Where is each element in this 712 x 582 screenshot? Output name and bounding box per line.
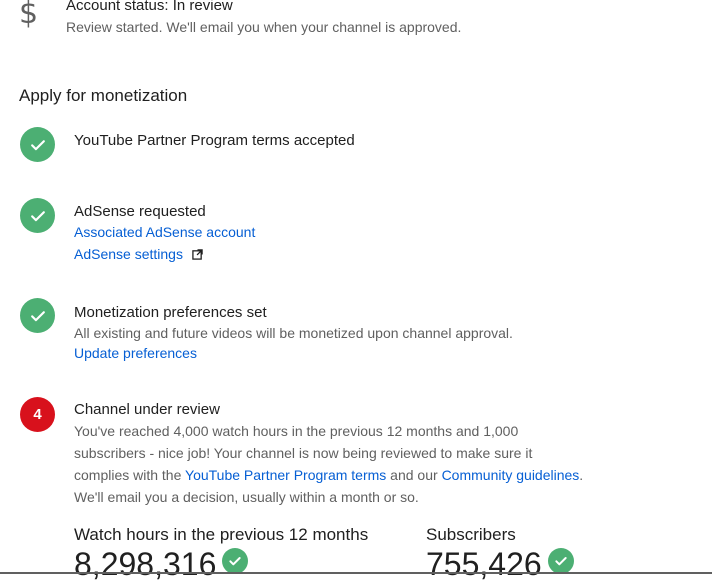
partner-program-terms-link[interactable]: YouTube Partner Program terms xyxy=(185,467,386,483)
step-description-line: You've reached 4,000 watch hours in the … xyxy=(74,423,519,439)
metric-label: Watch hours in the previous 12 months xyxy=(74,525,369,544)
step-title: Channel under review xyxy=(74,401,220,418)
step-title: Monetization preferences set xyxy=(74,304,267,321)
account-status-title: Account status: In review xyxy=(66,0,233,14)
step-description-line: We'll email you a decision, usually with… xyxy=(74,489,419,505)
metric-label: Subscribers xyxy=(426,525,516,544)
associated-adsense-account-link[interactable]: Associated AdSense account xyxy=(74,224,255,240)
community-guidelines-link[interactable]: Community guidelines xyxy=(442,467,580,483)
section-title: Apply for monetization xyxy=(19,86,188,105)
account-status-subtitle: Review started. We'll email you when you… xyxy=(66,19,462,35)
step-number-badge: 4 xyxy=(20,397,55,432)
step-title: YouTube Partner Program terms accepted xyxy=(74,132,355,149)
update-preferences-link[interactable]: Update preferences xyxy=(74,345,197,361)
step-title: AdSense requested xyxy=(74,203,206,220)
step-description-line: complies with the YouTube Partner Progra… xyxy=(74,467,584,483)
check-icon xyxy=(20,298,55,333)
check-icon xyxy=(547,548,574,574)
dollar-icon: $ xyxy=(19,0,39,31)
check-icon xyxy=(222,548,249,574)
metric-value: 755,426 xyxy=(426,546,542,582)
check-icon xyxy=(20,198,55,233)
step-description-line: subscribers - nice job! Your channel is … xyxy=(74,445,533,461)
metric-value: 8,298,316 xyxy=(74,546,217,582)
check-icon xyxy=(20,127,55,162)
external-link-icon[interactable] xyxy=(192,245,203,265)
adsense-settings-link[interactable]: AdSense settings xyxy=(74,246,183,262)
step-description: All existing and future videos will be m… xyxy=(74,325,513,341)
